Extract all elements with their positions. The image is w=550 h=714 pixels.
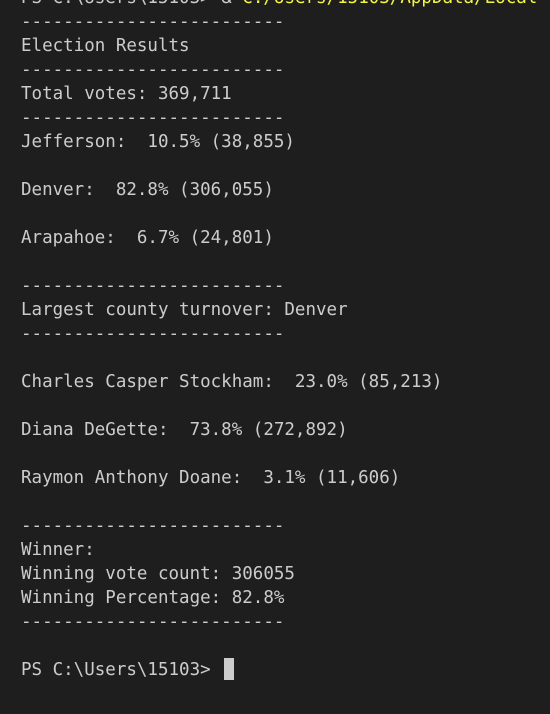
output-line: ------------------------- bbox=[21, 516, 285, 536]
prompt-line[interactable]: PS C:\Users\15103> bbox=[21, 658, 550, 682]
output-line: ------------------------- bbox=[21, 612, 285, 632]
output-line: Denver: 82.8% (306,055) bbox=[21, 180, 274, 200]
command-target-path: C:/Users/15103/AppData/Local bbox=[242, 0, 537, 8]
output-line: Election Results bbox=[21, 36, 190, 56]
command-line: PS C:\Users\15103> & C:/Users/15103/AppD… bbox=[21, 0, 550, 10]
output-line: ------------------------- bbox=[21, 12, 285, 32]
output-line: ------------------------- bbox=[21, 60, 285, 80]
terminal-window[interactable]: PS C:\Users\15103> & C:/Users/15103/AppD… bbox=[0, 0, 550, 714]
output-line: Winning vote count: 306055 bbox=[21, 564, 295, 584]
output-line: Winning Percentage: 82.8% bbox=[21, 588, 285, 608]
output-line: ------------------------- bbox=[21, 108, 285, 128]
terminal-output: PS C:\Users\15103> & C:/Users/15103/AppD… bbox=[21, 0, 550, 682]
prompt-text: PS C:\Users\15103> bbox=[21, 660, 211, 680]
output-line: Jefferson: 10.5% (38,855) bbox=[21, 132, 295, 152]
output-line: Diana DeGette: 73.8% (272,892) bbox=[21, 420, 348, 440]
terminal-cursor[interactable] bbox=[224, 658, 235, 680]
output-line: Charles Casper Stockham: 23.0% (85,213) bbox=[21, 372, 443, 392]
output-line: Total votes: 369,711 bbox=[21, 84, 232, 104]
output-line: Raymon Anthony Doane: 3.1% (11,606) bbox=[21, 468, 401, 488]
command-prompt: PS C:\Users\15103> bbox=[21, 0, 211, 8]
output-line: Largest county turnover: Denver bbox=[21, 300, 348, 320]
output-line: ------------------------- bbox=[21, 276, 285, 296]
output-line: Winner: bbox=[21, 540, 95, 560]
output-line: ------------------------- bbox=[21, 324, 285, 344]
command-operator: & bbox=[221, 0, 232, 8]
output-line: Arapahoe: 6.7% (24,801) bbox=[21, 228, 274, 248]
